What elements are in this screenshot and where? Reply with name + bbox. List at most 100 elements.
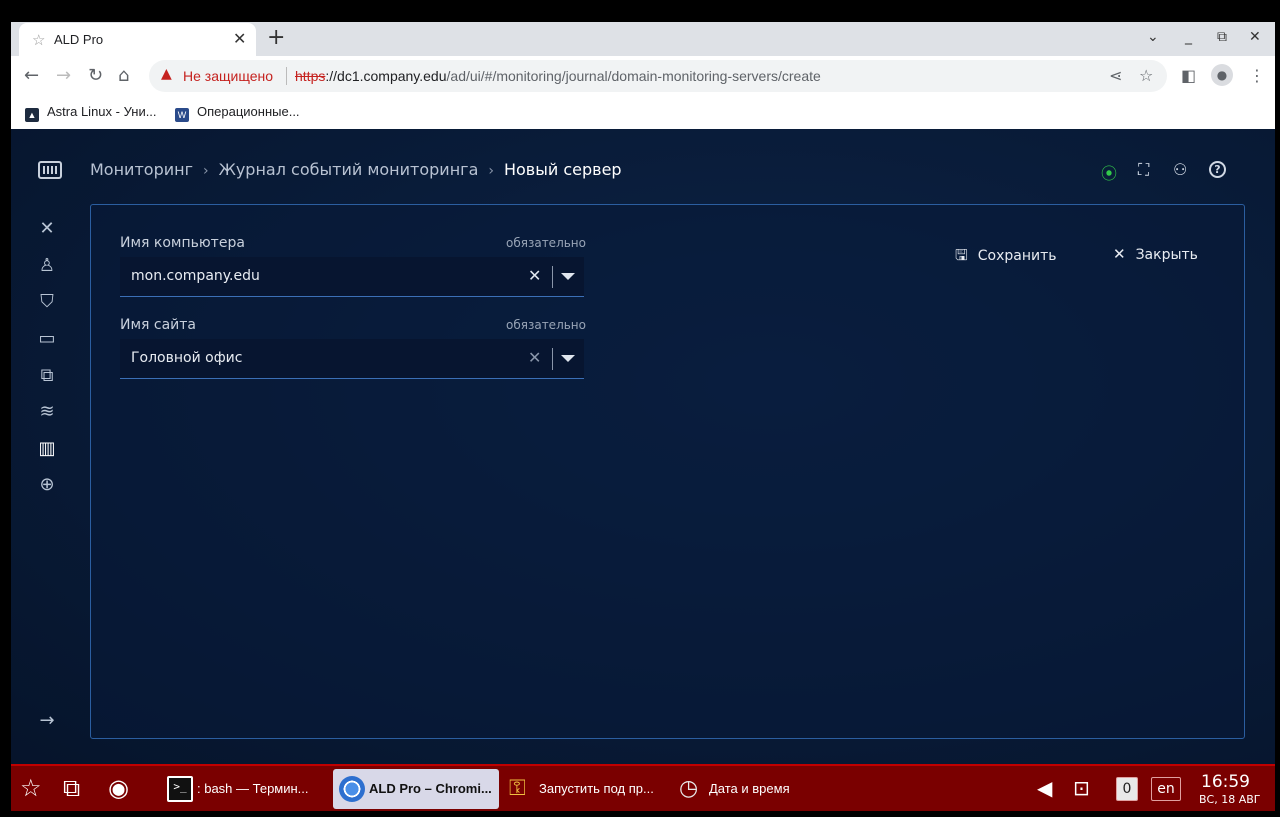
clear-icon[interactable]: ✕ bbox=[528, 348, 541, 367]
url-path: /ad/ui/#/monitoring/journal/domain-monit… bbox=[446, 68, 821, 84]
save-label: Сохранить bbox=[977, 248, 1057, 264]
site-name-value: Головной офис bbox=[131, 350, 243, 366]
browser-tab[interactable]: ☆ ALD Pro ✕ bbox=[19, 23, 256, 56]
shield-icon[interactable]: ⛉ bbox=[35, 291, 59, 312]
breadcrumb-journal[interactable]: Журнал событий мониторинга bbox=[219, 160, 479, 179]
star-icon: ☆ bbox=[32, 31, 46, 49]
user-icon[interactable]: ⚇ bbox=[1173, 160, 1187, 179]
chevron-right-icon: › bbox=[488, 163, 494, 179]
bookmark-star-icon[interactable]: ☆ bbox=[1139, 66, 1153, 85]
network-display-icon[interactable]: ⊡ bbox=[1073, 776, 1090, 800]
code-icon[interactable]: ⧉ bbox=[35, 365, 59, 386]
tab-close-icon[interactable]: ✕ bbox=[233, 29, 246, 48]
home-button[interactable]: ⌂ bbox=[118, 65, 129, 86]
network-icon[interactable]: ⛶ bbox=[1138, 160, 1149, 180]
required-note: обязательно bbox=[506, 236, 586, 250]
clear-icon[interactable]: ✕ bbox=[528, 266, 541, 285]
site-name-label: Имя сайта bbox=[120, 317, 197, 333]
close-icon: ✕ bbox=[1113, 245, 1126, 263]
desktop-eye-icon[interactable]: ◉ bbox=[108, 774, 129, 802]
task-terminal[interactable]: >_ : bash — Термин... bbox=[161, 769, 329, 809]
close-window-button[interactable]: ✕ bbox=[1249, 29, 1261, 45]
task-label: : bash — Термин... bbox=[197, 781, 309, 796]
profile-avatar[interactable]: ● bbox=[1211, 64, 1233, 86]
browser-window: ☆ ALD Pro ✕ + ⌄ _ ⧉ ✕ ← → ↻ ⌂ ▲ Не защищ… bbox=[11, 22, 1275, 129]
window-icon[interactable]: ▭ bbox=[35, 328, 59, 349]
minimize-button[interactable]: _ bbox=[1185, 29, 1192, 45]
url-scheme: https bbox=[295, 68, 326, 84]
help-icon[interactable]: ? bbox=[1209, 161, 1226, 178]
dropdown-caret-icon[interactable] bbox=[561, 355, 575, 362]
reload-button[interactable]: ↻ bbox=[88, 65, 103, 86]
warning-icon: ▲ bbox=[161, 66, 172, 82]
computer-name-value: mon.company.edu bbox=[131, 268, 260, 284]
tools-icon[interactable]: ✕ bbox=[35, 218, 59, 239]
computer-name-field[interactable]: mon.company.edu ✕ bbox=[120, 257, 584, 297]
side-panel-icon[interactable]: ◧ bbox=[1181, 66, 1196, 85]
tab-title: ALD Pro bbox=[54, 32, 104, 47]
terminal-icon: >_ bbox=[167, 776, 193, 802]
divider bbox=[552, 348, 553, 370]
layers-icon[interactable]: ≋ bbox=[35, 401, 59, 422]
chromium-icon bbox=[339, 776, 365, 802]
task-label: Запустить под пр... bbox=[539, 781, 654, 796]
keys-icon: ⚿ bbox=[509, 776, 526, 801]
dropdown-caret-icon[interactable] bbox=[561, 273, 575, 280]
clock-time[interactable]: 16:59 bbox=[1201, 772, 1250, 792]
divider bbox=[552, 266, 553, 288]
required-note: обязательно bbox=[506, 318, 586, 332]
bookmark-label: Операционные... bbox=[197, 104, 300, 119]
astra-icon: ▲ bbox=[25, 108, 39, 122]
form-panel: Имя компьютера обязательно mon.company.e… bbox=[90, 204, 1245, 739]
desktop: ☆ ALD Pro ✕ + ⌄ _ ⧉ ✕ ← → ↻ ⌂ ▲ Не защищ… bbox=[0, 0, 1280, 817]
clock-date[interactable]: ВС, 18 АВГ bbox=[1199, 793, 1261, 806]
back-button[interactable]: ← bbox=[24, 65, 39, 86]
bookmarks-bar: ▲ Astra Linux - Уни... W Операционные... bbox=[11, 96, 1275, 129]
bookmark-astra[interactable]: ▲ Astra Linux - Уни... bbox=[25, 104, 157, 122]
breadcrumb-current: Новый сервер bbox=[503, 160, 622, 179]
breadcrumb: Мониторинг › Журнал событий мониторинга › Но… bbox=[90, 160, 622, 179]
start-star-icon[interactable]: ☆ bbox=[20, 774, 42, 802]
wiki-icon: W bbox=[175, 108, 189, 122]
users-icon[interactable]: ♙ bbox=[35, 255, 59, 276]
taskbar: ☆ ⧉ ◉ >_ : bash — Термин... ALD Pro – Ch… bbox=[11, 764, 1275, 811]
task-label: Дата и время bbox=[709, 781, 790, 796]
task-chromium[interactable]: ALD Pro – Chromi... bbox=[333, 769, 499, 809]
forward-button[interactable]: → bbox=[56, 65, 71, 86]
site-name-field[interactable]: Головной офис ✕ bbox=[120, 339, 584, 379]
address-bar[interactable]: ▲ Не защищено https://dc1.company.edu/ad… bbox=[149, 60, 1167, 92]
floppy-icon: 🖫 bbox=[955, 246, 968, 264]
expand-arrow-icon[interactable]: → bbox=[35, 710, 59, 731]
divider bbox=[286, 67, 287, 85]
breadcrumb-monitoring[interactable]: Мониторинг bbox=[90, 160, 193, 179]
tab-strip: ☆ ALD Pro ✕ + ⌄ _ ⧉ ✕ bbox=[11, 22, 1275, 56]
task-label: ALD Pro – Chromi... bbox=[369, 781, 492, 796]
task-run-as[interactable]: ⚿ Запустить под пр... bbox=[503, 769, 669, 809]
chart-icon[interactable]: ▥ bbox=[35, 438, 59, 459]
computer-name-label: Имя компьютера bbox=[120, 235, 245, 251]
bookmark-os[interactable]: W Операционные... bbox=[175, 104, 300, 122]
restore-button[interactable]: ⧉ bbox=[1217, 29, 1227, 45]
notification-badge[interactable]: 0 bbox=[1116, 777, 1138, 801]
new-tab-button[interactable]: + bbox=[267, 25, 285, 50]
app-area: Мониторинг › Журнал событий мониторинга › Но… bbox=[11, 129, 1275, 764]
signal-icon[interactable]: ⦿ bbox=[1101, 160, 1117, 184]
browser-toolbar: ← → ↻ ⌂ ▲ Не защищено https://dc1.compan… bbox=[11, 56, 1275, 96]
language-indicator[interactable]: en bbox=[1151, 777, 1181, 801]
ald-logo-icon[interactable] bbox=[38, 161, 62, 179]
close-button[interactable]: ✕ Закрыть bbox=[1113, 245, 1198, 263]
chevron-down-icon[interactable]: ⌄ bbox=[1147, 29, 1159, 45]
url-host: ://dc1.company.edu bbox=[325, 68, 447, 84]
task-datetime[interactable]: ◷ Дата и время bbox=[673, 769, 839, 809]
close-label: Закрыть bbox=[1135, 247, 1198, 263]
share-icon[interactable]: ⋖ bbox=[1109, 66, 1122, 85]
menu-icon[interactable]: ⋮ bbox=[1249, 66, 1265, 85]
volume-icon[interactable]: ◀ bbox=[1037, 776, 1052, 800]
not-secure-label[interactable]: Не защищено bbox=[183, 68, 273, 84]
url-text[interactable]: https://dc1.company.edu/ad/ui/#/monitori… bbox=[295, 68, 821, 84]
chevron-right-icon: › bbox=[202, 163, 209, 179]
windows-icon[interactable]: ⧉ bbox=[63, 774, 80, 802]
search-zoom-icon[interactable]: ⊕ bbox=[35, 474, 59, 495]
clock-icon: ◷ bbox=[679, 776, 699, 801]
save-button[interactable]: 🖫 Сохранить bbox=[955, 245, 1057, 270]
